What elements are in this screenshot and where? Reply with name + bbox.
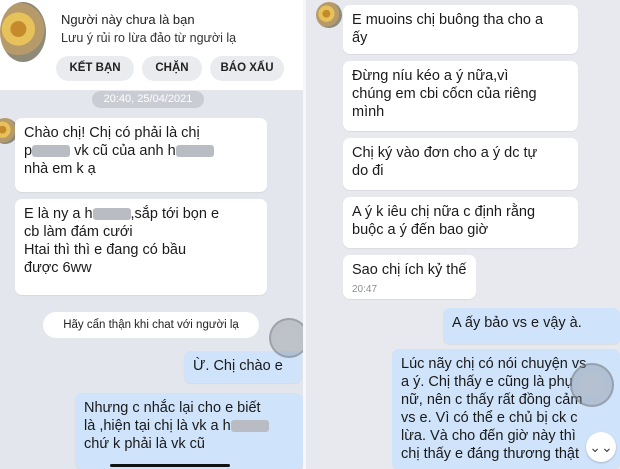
message-line: vs e. Vì có thể e chủ bị ck c [401, 410, 578, 426]
timestamp-badge: 20:40, 25/04/2021 [92, 91, 204, 108]
message-line: Nhưng c nhắc lại cho e biết [84, 400, 261, 416]
message-line: buộc a ý đến bao giờ [352, 222, 489, 238]
message-line: E muoins chị buông tha cho a [352, 12, 544, 28]
touch-indicator [570, 363, 614, 407]
redacted-text [230, 420, 269, 433]
message-line: cb làm đám cưới [24, 224, 133, 240]
my-message-bubble[interactable]: Nhưng c nhắc lại cho e biết là ,hiện tại … [75, 393, 303, 469]
redacted-text [92, 208, 131, 221]
right-chat-panel: E muoins chị buông tha cho a ấy Đừng níu … [306, 0, 620, 469]
header-title: Người này chưa là bạn [61, 12, 195, 27]
message-line: mình [352, 104, 385, 120]
message-time: 20:47 [352, 284, 378, 295]
message-line: ấy [352, 30, 368, 46]
message-bubble[interactable]: A ý k iêu chị nữa c định rằng buộc a ý đế… [343, 197, 578, 248]
message-line: E là ny a h ,sắp tới bọn e [24, 206, 220, 222]
message-line: chứ k phải là vk cũ [84, 436, 205, 452]
message-bubble[interactable]: Sao chị ích kỷ thế 20:47 [343, 255, 476, 299]
message-line: là ,hiện tại chị là vk a h [84, 417, 294, 435]
message-line: Chào chị! Chị có phải là chị [24, 125, 200, 141]
message-line: A ấy bảo vs e vậy à. [452, 315, 582, 331]
message-bubble[interactable]: Chị ký vào đơn cho a ý dc tự do đi [343, 138, 578, 190]
message-bubble[interactable]: Chào chị! Chị có phải là chị p vk cũ của … [15, 118, 267, 192]
message-line: chị thấy e đáng thương thật [401, 446, 580, 462]
block-button[interactable]: CHẶN [142, 56, 202, 81]
report-button[interactable]: BÁO XẤU [210, 56, 284, 81]
message-line: A ý k iêu chị nữa c định rằng [352, 204, 536, 220]
message-bubble[interactable]: E là ny a h ,sắp tới bọn e cb làm đám cưới… [15, 199, 267, 295]
message-line: do đi [352, 163, 384, 179]
header-subtitle: Lưu ý rủi ro lừa đảo từ người lạ [61, 31, 237, 45]
redacted-text [32, 145, 71, 158]
chevron-down-icon[interactable]: ⌄⌄ [586, 432, 616, 462]
message-line: lừa. Và cho đến giờ này thì [401, 428, 576, 444]
stranger-header: Người này chưa là bạn Lưu ý rủi ro lừa đ… [0, 0, 303, 90]
message-line: chúng em cbi cốcn của riêng [352, 86, 537, 102]
message-bubble[interactable]: Đừng níu kéo a ý nữa,vì chúng em cbi cốcn… [343, 61, 578, 131]
avatar[interactable] [0, 2, 46, 62]
add-friend-button[interactable]: KẾT BẠN [56, 56, 134, 81]
message-line: Htai thì thì e đang có bầu [24, 242, 187, 258]
redacted-text [175, 145, 214, 158]
message-line: được 6ww [24, 260, 92, 276]
message-line: Ừ. Chị chào e [193, 358, 283, 374]
touch-indicator [269, 318, 303, 358]
message-line: Sao chị ích kỷ thế [352, 262, 467, 278]
message-line: Đừng níu kéo a ý nữa,vì [352, 68, 509, 84]
message-line: p vk cũ của anh h [24, 142, 258, 160]
message-line: Chị ký vào đơn cho a ý dc tự [352, 145, 538, 161]
text-underline [110, 464, 230, 467]
message-line: nhà em k ạ [24, 161, 96, 177]
stranger-warning: Hãy cẩn thận khi chat với người lạ [43, 312, 259, 338]
my-message-bubble[interactable]: A ấy bảo vs e vậy à. [443, 308, 620, 344]
avatar [316, 2, 342, 28]
left-chat-panel: Người này chưa là bạn Lưu ý rủi ro lừa đ… [0, 0, 303, 469]
message-bubble[interactable]: E muoins chị buông tha cho a ấy [343, 5, 578, 54]
